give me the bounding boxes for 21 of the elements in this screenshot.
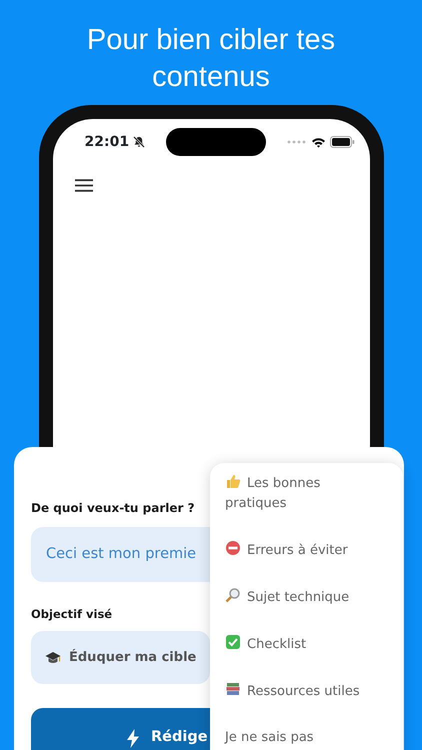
menu-item[interactable]: Sujet technique: [225, 587, 350, 608]
graduation-cap-icon: [45, 650, 61, 665]
status-time: 22:01: [84, 132, 130, 152]
menu-item[interactable]: Les bonnes pratiques: [225, 473, 335, 514]
wifi-icon: [311, 136, 326, 148]
lightning-icon: [127, 728, 139, 748]
check-box-icon: [225, 634, 241, 650]
menu-item[interactable]: Je ne sais pas: [225, 728, 314, 748]
signal-icon: [287, 140, 308, 144]
field-label: Objectif visé: [31, 606, 112, 623]
battery-icon: [330, 136, 356, 148]
no-entry-icon: [225, 540, 241, 556]
thumbs-up-icon: [225, 473, 241, 489]
headline: Pour bien cibler tes contenus: [86, 23, 336, 95]
menu-item[interactable]: Ressources utiles: [225, 681, 360, 702]
field-label: De quoi veux-tu parler ?: [31, 500, 195, 517]
books-icon: [225, 681, 241, 697]
menu-icon[interactable]: [74, 179, 92, 192]
goal-select[interactable]: Éduquer ma cible: [31, 631, 210, 684]
menu-item[interactable]: Checklist: [225, 634, 306, 655]
magnifier-icon: [225, 587, 241, 603]
